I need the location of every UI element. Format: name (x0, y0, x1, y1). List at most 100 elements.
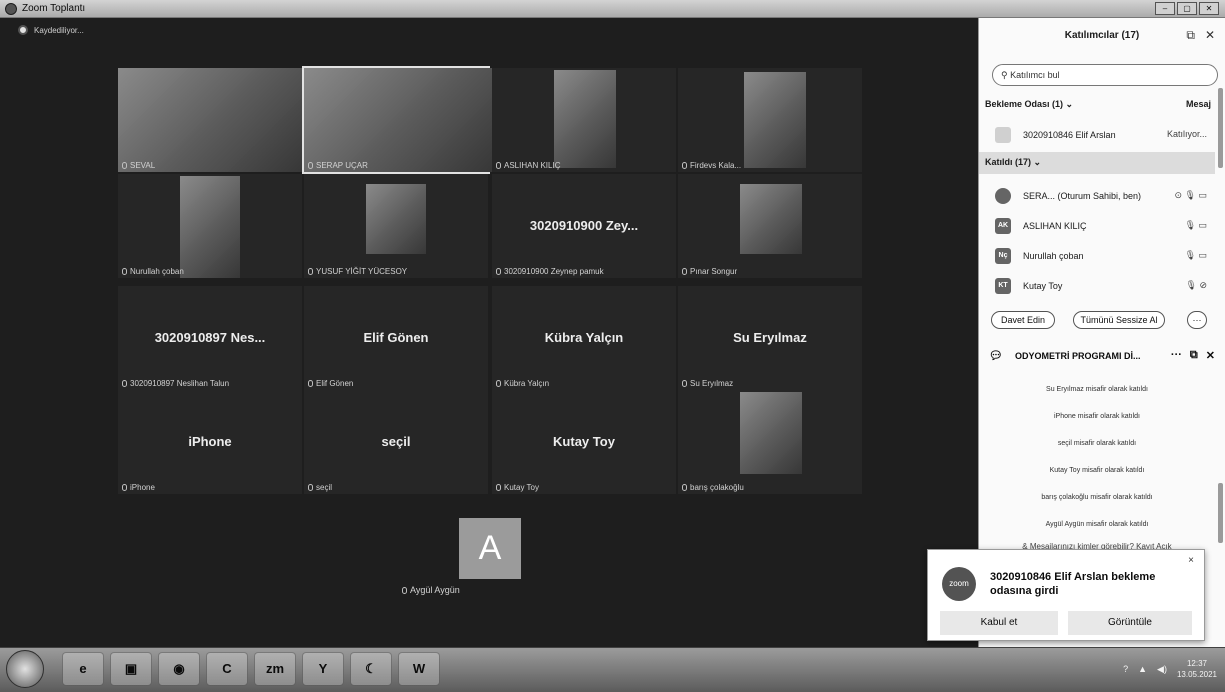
participant-name-label: Firdevs Kala... (682, 161, 741, 170)
window-titlebar: Zoom Toplantı – ▢ ✕ (0, 0, 1225, 18)
participant-video (554, 70, 616, 168)
video-tile[interactable]: barış çolakoğlu (678, 390, 862, 494)
close-button[interactable]: ✕ (1199, 2, 1219, 15)
start-button[interactable] (6, 650, 44, 688)
avatar-tile[interactable]: A (459, 518, 521, 579)
recording-label: Kaydediliyor... (34, 25, 84, 35)
participant-video (118, 68, 302, 172)
participants-scrollbar[interactable] (1218, 88, 1223, 168)
participant-name-label: Kübra Yalçın (496, 379, 549, 388)
participant-row[interactable]: AK ASLIHAN KILIÇ 🎙︎ ▭ (979, 211, 1215, 241)
participant-name-label: barış çolakoğlu (682, 483, 744, 492)
clock[interactable]: 12:37 13.05.2021 (1177, 658, 1217, 680)
video-tile[interactable]: iPhone iPhone (118, 390, 302, 494)
participant-video (740, 184, 802, 254)
participant-name: 3020910846 Elif Arslan (1023, 130, 1116, 140)
popout-icon[interactable]: ⧉ (1186, 28, 1195, 43)
help-icon[interactable]: ? (1123, 664, 1128, 674)
video-tile[interactable]: SERAP UÇAR (302, 66, 492, 174)
participant-display-name: seçil (381, 434, 411, 449)
joined-section[interactable]: Katıldı (17) ⌄ (979, 152, 1215, 174)
chat-message: Aygül Aygün misafir olarak katıldı (1045, 521, 1149, 528)
video-tile[interactable]: Su Eryılmaz Su Eryılmaz (678, 286, 862, 390)
video-tile[interactable]: 3020910900 Zey... 3020910900 Zeynep pamuk (492, 174, 676, 278)
mic-muted-icon (682, 162, 687, 170)
video-tile[interactable]: Pınar Songur (678, 174, 862, 278)
participant-video (740, 392, 802, 474)
taskbar-app-button[interactable]: ◉ (158, 652, 200, 686)
more-icon[interactable]: ··· (1171, 349, 1182, 362)
minimize-button[interactable]: – (1155, 2, 1175, 15)
video-tile[interactable]: Nurullah çoban (118, 174, 302, 278)
chat-message: Kutay Toy misafir olarak katıldı (1049, 467, 1145, 474)
mic-muted-icon (122, 380, 127, 388)
mic-muted-icon (308, 162, 313, 170)
taskbar-app-button[interactable]: Y (302, 652, 344, 686)
chat-message: Su Eryılmaz misafir olarak katıldı (1046, 386, 1148, 393)
video-tile[interactable]: Elif Gönen Elif Gönen (304, 286, 488, 390)
mic-muted-icon (496, 268, 501, 276)
waiting-room-section[interactable]: Bekleme Odası (1) ⌄ Mesaj (979, 94, 1215, 116)
accept-button[interactable]: Kabul et (940, 611, 1058, 635)
taskbar-app-button[interactable]: ▣ (110, 652, 152, 686)
taskbar-app-button[interactable]: ☾ (350, 652, 392, 686)
close-panel-icon[interactable]: ✕ (1205, 28, 1215, 43)
video-tile[interactable]: Kübra Yalçın Kübra Yalçın (492, 286, 676, 390)
video-tile[interactable]: SEVAL (118, 68, 302, 172)
avatar: AK (995, 218, 1011, 234)
volume-icon[interactable]: ◀) (1157, 664, 1167, 675)
avatar: Nç (995, 248, 1011, 264)
mic-video-icons[interactable]: 🎙︎ ▭ (1185, 250, 1207, 261)
maximize-button[interactable]: ▢ (1177, 2, 1197, 15)
chat-scrollbar[interactable] (1218, 483, 1223, 543)
mic-muted-icon (122, 268, 127, 276)
video-tile[interactable]: seçil seçil (304, 390, 488, 494)
system-tray: ? ▲ ◀) 12:37 13.05.2021 (1123, 658, 1217, 680)
mic-video-icons[interactable]: ⊙ 🎙︎ ▭ (1175, 190, 1207, 201)
invite-button[interactable]: Davet Edin (991, 311, 1055, 329)
taskbar-app-button[interactable]: e (62, 652, 104, 686)
recording-indicator: Kaydediliyor... (18, 25, 84, 35)
video-tile[interactable]: 3020910897 Nes... 3020910897 Neslihan Tal… (118, 286, 302, 390)
participant-search-input[interactable]: ⚲ Katılımcı bul (992, 64, 1218, 86)
mic-video-icons[interactable]: 🎙︎ ▭ (1185, 220, 1207, 231)
chat-header: 💬︎ ODYOMETRİ PROGRAMI Dİ... ··· ⧉ ✕ (979, 343, 1225, 367)
message-button[interactable]: Mesaj (1186, 99, 1211, 109)
participant-name-label: iPhone (122, 483, 155, 492)
mic-muted-icon (122, 484, 127, 492)
close-notification-icon[interactable]: × (1188, 555, 1194, 566)
taskbar-app-button[interactable]: C (206, 652, 248, 686)
participant-name-label: Pınar Songur (682, 267, 737, 276)
close-chat-icon[interactable]: ✕ (1206, 349, 1215, 362)
view-button[interactable]: Görüntüle (1068, 611, 1192, 635)
taskbar-app-button[interactable]: zm (254, 652, 296, 686)
video-tile[interactable]: ASLIHAN KILIÇ (492, 68, 676, 172)
more-options-button[interactable]: ··· (1187, 311, 1207, 329)
waiting-status: Katılıyor... (1166, 129, 1207, 139)
participant-row[interactable]: Nç Nurullah çoban 🎙︎ ▭ (979, 241, 1215, 271)
participant-display-name: iPhone (188, 434, 232, 449)
participant-video (744, 72, 806, 168)
participant-display-name: 3020910900 Zey... (529, 218, 639, 233)
video-tile[interactable]: Kutay Toy Kutay Toy (492, 390, 676, 494)
participant-name-label: YUSUF YİĞİT YÜCESOY (308, 267, 407, 276)
mic-muted-icon (402, 587, 407, 595)
video-tile[interactable]: Firdevs Kala... (678, 68, 862, 172)
network-icon[interactable]: ▲ (1138, 664, 1147, 674)
chat-message: iPhone misafir olarak katıldı (1054, 413, 1140, 420)
participant-name-label: ASLIHAN KILIÇ (496, 161, 560, 170)
taskbar-app-button[interactable]: W (398, 652, 440, 686)
participant-display-name: Su Eryılmaz (733, 330, 807, 345)
chat-icon: 💬︎ (989, 350, 1003, 362)
participant-name-label: SEVAL (122, 161, 155, 170)
zoom-logo: zoom (942, 567, 976, 601)
chat-title: ODYOMETRİ PROGRAMI Dİ... (1015, 351, 1141, 361)
participant-row[interactable]: KT Kutay Toy 🎙︎ ⊘ (979, 271, 1215, 301)
mic-muted-icon (682, 484, 687, 492)
popout-icon[interactable]: ⧉ (1190, 349, 1198, 362)
mute-all-button[interactable]: Tümünü Sessize Al (1073, 311, 1165, 329)
mic-video-icons[interactable]: 🎙︎ ⊘ (1186, 280, 1207, 291)
waiting-room-row[interactable]: 3020910846 Elif Arslan Katılıyor... (979, 120, 1215, 150)
video-tile[interactable]: YUSUF YİĞİT YÜCESOY (304, 174, 488, 278)
participant-row[interactable]: SERA... (Oturum Sahibi, ben) ⊙ 🎙︎ ▭ (979, 181, 1215, 211)
